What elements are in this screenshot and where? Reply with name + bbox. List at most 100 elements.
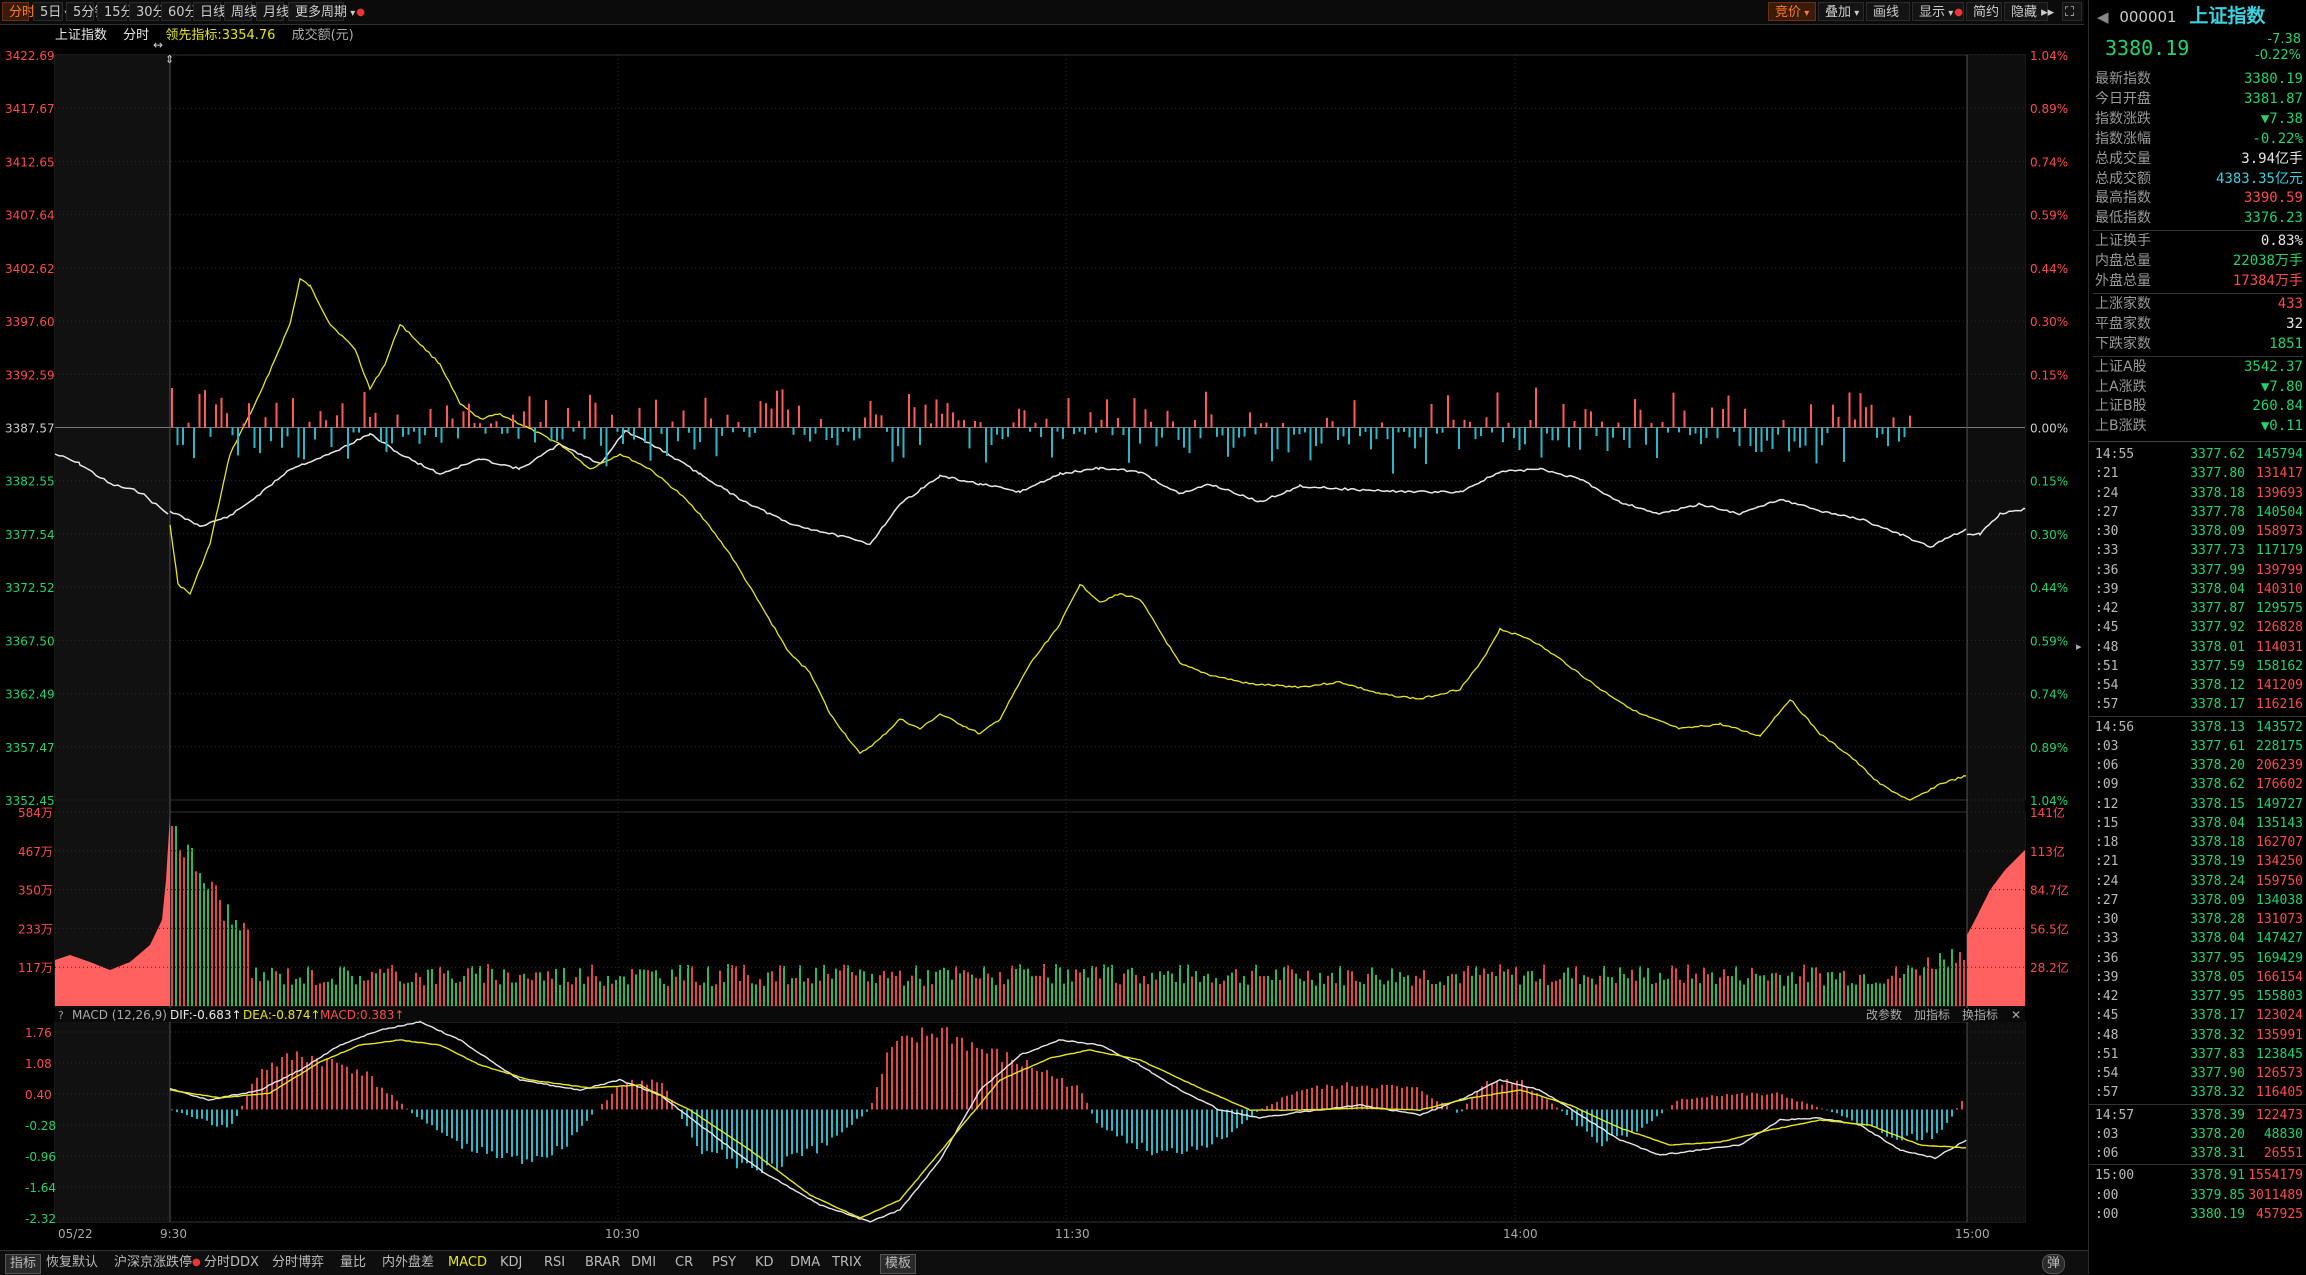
- indicator-tab[interactable]: BRAR: [585, 1254, 620, 1272]
- expand-icon[interactable]: ⛶: [2062, 2, 2082, 21]
- tick-time: :45: [2095, 620, 2119, 636]
- quote-field-value: 3542.37: [2243, 358, 2303, 375]
- tick-row: :27 3377.78 140504: [2095, 503, 2303, 522]
- indicator-tab-label: CR: [675, 1255, 694, 1270]
- tick-time: :30: [2095, 912, 2119, 928]
- tick-row: :48 3378.32 135991: [2095, 1026, 2303, 1045]
- close-icon[interactable]: ✕: [2011, 1008, 2021, 1022]
- tick-price: 3378.01: [2190, 639, 2245, 655]
- tick-divider: [2089, 1164, 2306, 1166]
- toolbar-right-button[interactable]: 叠加 ▾: [1818, 2, 1864, 21]
- indicator-tab[interactable]: DMI: [631, 1254, 656, 1272]
- tick-time: :45: [2095, 1008, 2119, 1024]
- toolbar-right-button[interactable]: 画线: [1866, 2, 1910, 21]
- indicator-tab[interactable]: KDJ: [500, 1254, 522, 1272]
- back-arrow-icon[interactable]: ◀: [2097, 8, 2109, 26]
- tick-time: :24: [2095, 873, 2119, 889]
- indicator-tab[interactable]: 内外盘差: [382, 1254, 434, 1272]
- volume-tick-label: 117万: [18, 961, 53, 975]
- tick-volume: 114031: [2256, 639, 2303, 655]
- indicator-tab[interactable]: DMA: [790, 1254, 820, 1272]
- tick-time: :42: [2095, 601, 2119, 617]
- section-divider: [2093, 230, 2303, 232]
- price-tick-label: 3412.65: [5, 155, 55, 169]
- tick-time: :27: [2095, 892, 2119, 908]
- chevron-right-icon[interactable]: ▸: [2076, 640, 2082, 653]
- index-title: 上证指数: [2189, 5, 2266, 27]
- price-tick-label: 3377.54: [5, 528, 55, 542]
- help-icon[interactable]: ?: [58, 1009, 64, 1022]
- period-tab[interactable]: 分时: [2, 2, 35, 21]
- tick-row: :51 3377.83 123845: [2095, 1045, 2303, 1064]
- tick-price: 3378.04: [2190, 581, 2245, 597]
- period-tab[interactable]: 月线: [256, 2, 289, 21]
- tick-row: :39 3378.04 140310: [2095, 580, 2303, 599]
- indicator-tab[interactable]: KD: [755, 1254, 774, 1272]
- section-divider: [2093, 355, 2303, 357]
- indicator-tab[interactable]: RSI: [544, 1254, 565, 1272]
- toolbar-right-button[interactable]: 简约: [1966, 2, 2002, 21]
- indicator-tab[interactable]: 量比: [340, 1254, 366, 1272]
- quote-field-value: 3381.87: [2243, 90, 2303, 107]
- indicator-tab[interactable]: 分时DDX: [204, 1254, 259, 1272]
- macd-link[interactable]: 改参数: [1866, 1007, 1902, 1022]
- indicator-tab[interactable]: CR: [675, 1254, 693, 1272]
- indicator-tab[interactable]: 模板: [880, 1254, 917, 1274]
- indicator-tab[interactable]: 恢复默认: [46, 1254, 98, 1272]
- period-tab[interactable]: 5日 ▾: [33, 2, 69, 21]
- period-tab[interactable]: 15分钟: [97, 2, 147, 21]
- tick-time: 14:55: [2095, 447, 2135, 463]
- tick-time: :36: [2095, 562, 2119, 578]
- period-tab[interactable]: 日线: [193, 2, 226, 21]
- quote-field-value: 1851: [2269, 335, 2303, 352]
- quote-field-row: 上涨家数 433: [2095, 295, 2303, 314]
- period-tab[interactable]: 5分钟: [66, 2, 107, 21]
- macd-link[interactable]: 加指标: [1914, 1007, 1950, 1022]
- indicator-tab[interactable]: MACD: [448, 1254, 487, 1272]
- macd-link[interactable]: 换指标: [1962, 1007, 1998, 1022]
- tick-time: :57: [2095, 1085, 2119, 1101]
- time-axis-label: 05/22: [58, 1227, 93, 1241]
- time-axis-label: 11:30: [1055, 1227, 1090, 1241]
- tick-row: :21 3377.80 131417: [2095, 464, 2303, 483]
- macd-tick-label: 1.08: [25, 1057, 52, 1071]
- tick-price: 3378.18: [2190, 835, 2245, 851]
- period-tab[interactable]: 周线: [224, 2, 257, 21]
- popup-toggle-button[interactable]: 弹: [2042, 1254, 2066, 1274]
- macd-label: MACD (12,26,9): [72, 1008, 167, 1022]
- drag-handle-icon[interactable]: ↔: [153, 38, 163, 52]
- tick-price: 3378.28: [2190, 912, 2245, 928]
- toolbar-right-button[interactable]: 显示 ▾●: [1912, 2, 1964, 21]
- pct-tick-label: 0.59%: [2030, 634, 2068, 648]
- tick-volume: 134250: [2256, 854, 2303, 870]
- indicator-tab[interactable]: 沪深京涨跌停●: [114, 1254, 201, 1272]
- indicator-tab[interactable]: PSY: [712, 1254, 736, 1272]
- period-tab[interactable]: 30分钟: [129, 2, 179, 21]
- quote-field-value: 3.94亿手: [2241, 150, 2303, 167]
- toolbar-right-button[interactable]: 隐藏 ▸▸: [2004, 2, 2054, 21]
- period-tab[interactable]: 60分钟: [161, 2, 211, 21]
- tick-time: 15:00: [2095, 1168, 2135, 1184]
- time-axis-label: 9:30: [160, 1227, 187, 1241]
- indicator-tab[interactable]: TRIX: [832, 1254, 862, 1272]
- price-tick-label: 3422.69: [5, 49, 55, 63]
- tick-row: 14:56 3378.13 143572: [2095, 718, 2303, 737]
- period-tab[interactable]: 更多周期 ▾●: [288, 2, 365, 21]
- notification-dot-icon: ●: [192, 1257, 201, 1268]
- tick-price: 3378.39: [2190, 1107, 2245, 1123]
- indicator-tab[interactable]: 分时博弈: [272, 1254, 324, 1272]
- pin-icon[interactable]: ⇕: [165, 53, 174, 66]
- indicator-tab-label: MACD: [448, 1255, 487, 1270]
- quote-field-row: 上证B股 260.84: [2095, 397, 2303, 416]
- tick-price: 3378.18: [2190, 485, 2245, 501]
- tick-time: :21: [2095, 854, 2119, 870]
- intraday-chart[interactable]: 3422.69 1.04% 3417.67 0.89% 3412.65 0.74% 3407…: [0, 24, 2088, 1250]
- tick-volume: 159750: [2256, 873, 2303, 889]
- indicator-tab[interactable]: 指标: [5, 1254, 42, 1274]
- tick-row: :45 3378.17 123024: [2095, 1006, 2303, 1025]
- toolbar-right-button[interactable]: 竞价 ▾: [1768, 2, 1816, 21]
- period-tab-label: 日线: [200, 5, 227, 20]
- toolbar-right-label: 叠加: [1825, 5, 1852, 20]
- notification-dot-icon: ●: [356, 7, 365, 18]
- quote-field-row: 指数涨跌 ▼7.38: [2095, 110, 2303, 129]
